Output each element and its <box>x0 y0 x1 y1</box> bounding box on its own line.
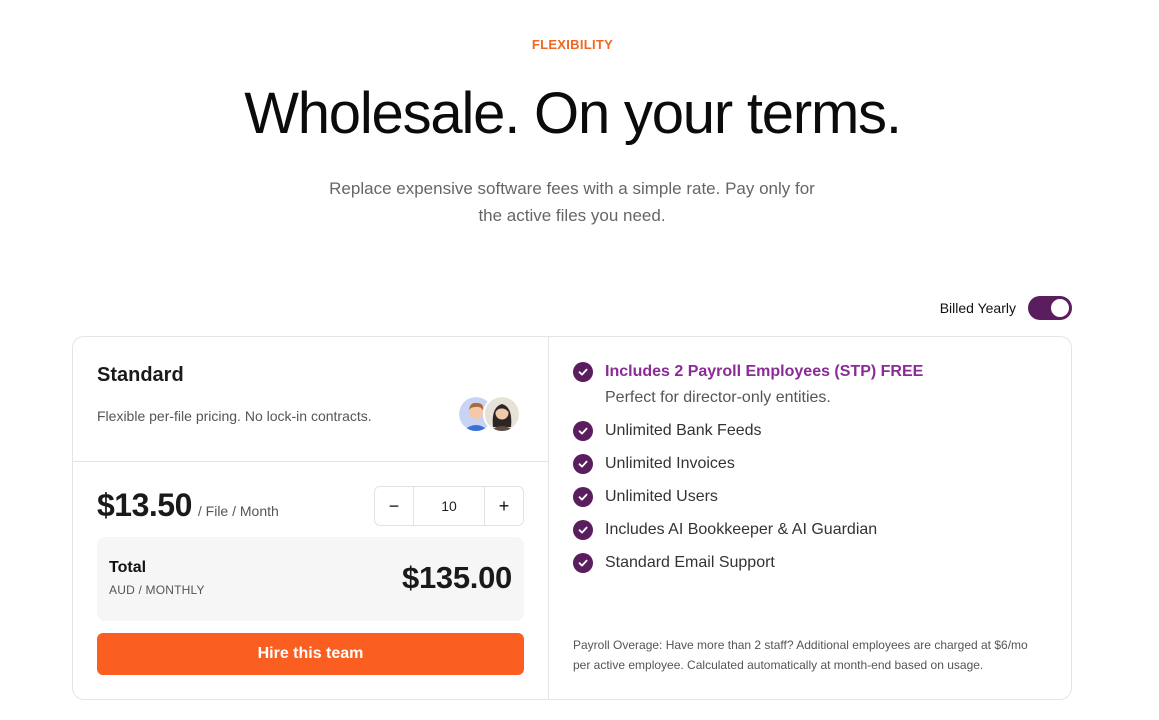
total-currency-period: AUD / MONTHLY <box>109 583 205 597</box>
check-icon <box>573 487 593 507</box>
team-avatars <box>457 395 521 433</box>
feature-label: Includes 2 Payroll Employees (STP) FREE … <box>605 362 923 408</box>
plan-description: Flexible per-file pricing. No lock-in co… <box>97 408 372 424</box>
quantity-stepper: − 10 + <box>374 486 524 526</box>
plan-header: Standard Flexible per-file pricing. No l… <box>73 337 548 462</box>
page-title: Wholesale. On your terms. <box>244 81 902 146</box>
section-eyebrow: FLEXIBILITY <box>531 37 614 52</box>
feature-note: Perfect for director-only entities. <box>605 389 831 406</box>
check-icon <box>573 421 593 441</box>
list-item: Unlimited Invoices <box>573 454 923 474</box>
list-item: Standard Email Support <box>573 553 923 573</box>
quantity-input[interactable]: 10 <box>413 487 485 525</box>
list-item: Includes AI Bookkeeper & AI Guardian <box>573 520 923 540</box>
check-icon <box>573 520 593 540</box>
price-row: $13.50 / File / Month <box>97 487 279 524</box>
increment-button[interactable]: + <box>485 487 523 525</box>
plan-price: $13.50 <box>97 487 192 523</box>
check-icon <box>573 454 593 474</box>
price-unit: / File / Month <box>197 503 279 519</box>
list-item: Unlimited Bank Feeds <box>573 421 923 441</box>
pricing-card: Standard Flexible per-file pricing. No l… <box>72 336 1072 700</box>
list-item: Includes 2 Payroll Employees (STP) FREE … <box>573 362 923 408</box>
plan-panel: Standard Flexible per-file pricing. No l… <box>73 337 549 699</box>
features-panel: Includes 2 Payroll Employees (STP) FREE … <box>549 337 1071 699</box>
feature-list: Includes 2 Payroll Employees (STP) FREE … <box>573 362 923 586</box>
hire-team-button[interactable]: Hire this team <box>97 633 524 675</box>
total-label: Total <box>109 559 147 576</box>
feature-label: Includes AI Bookkeeper & AI Guardian <box>605 521 878 538</box>
check-icon <box>573 553 593 573</box>
plan-name: Standard <box>97 364 184 386</box>
billing-toggle[interactable] <box>1028 296 1072 320</box>
feature-label: Standard Email Support <box>605 554 775 571</box>
check-icon <box>573 362 593 382</box>
feature-label: Unlimited Bank Feeds <box>605 422 762 439</box>
feature-title: Includes 2 Payroll Employees (STP) FREE <box>605 363 924 380</box>
feature-label: Unlimited Invoices <box>605 455 735 472</box>
feature-label: Unlimited Users <box>605 488 718 505</box>
toggle-knob <box>1051 299 1069 317</box>
billing-label: Billed Yearly <box>939 300 1016 316</box>
payroll-overage-note: Payroll Overage: Have more than 2 staff?… <box>573 638 1028 672</box>
total-summary: Total AUD / MONTHLY $135.00 <box>97 537 524 621</box>
billing-toggle-group: Billed Yearly <box>940 296 1072 320</box>
decrement-button[interactable]: − <box>375 487 413 525</box>
avatar-woman-icon <box>483 395 521 433</box>
list-item: Unlimited Users <box>573 487 923 507</box>
page-subtitle: Replace expensive software fees with a s… <box>329 179 815 225</box>
total-amount: $135.00 <box>402 560 512 595</box>
